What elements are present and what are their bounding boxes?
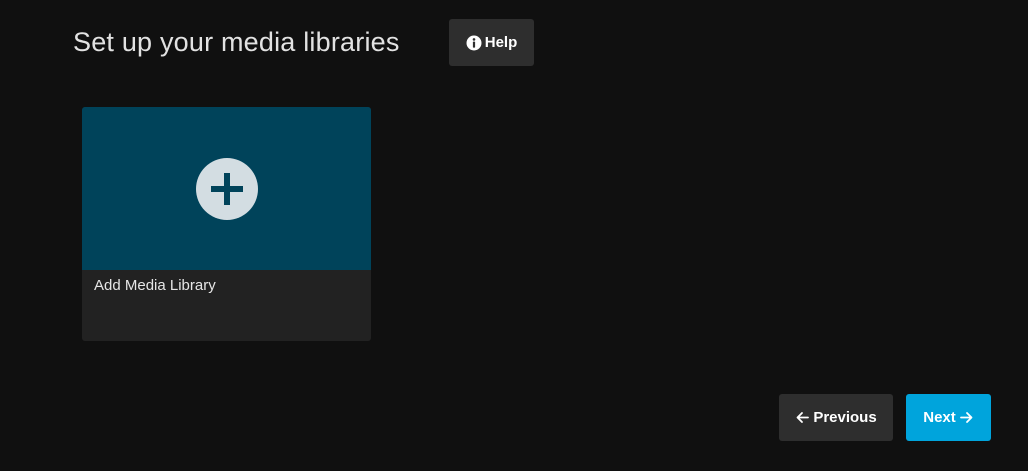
setup-wizard-page: Set up your media libraries Help Add Med…	[0, 0, 1028, 471]
previous-button-label: Previous	[813, 409, 877, 426]
next-button-label: Next	[923, 409, 956, 426]
info-icon	[466, 35, 482, 51]
help-button-label: Help	[484, 34, 518, 51]
page-title: Set up your media libraries	[73, 27, 400, 57]
add-media-library-label: Add Media Library	[94, 277, 216, 294]
next-button[interactable]: Next	[906, 394, 991, 441]
arrow-right-icon	[959, 410, 974, 425]
add-media-library-card[interactable]: Add Media Library	[82, 107, 371, 341]
add-media-library-card-image	[82, 107, 371, 270]
previous-button[interactable]: Previous	[779, 394, 893, 441]
help-button[interactable]: Help	[449, 19, 534, 66]
plus-circle-icon	[195, 157, 258, 220]
arrow-left-icon	[795, 410, 810, 425]
